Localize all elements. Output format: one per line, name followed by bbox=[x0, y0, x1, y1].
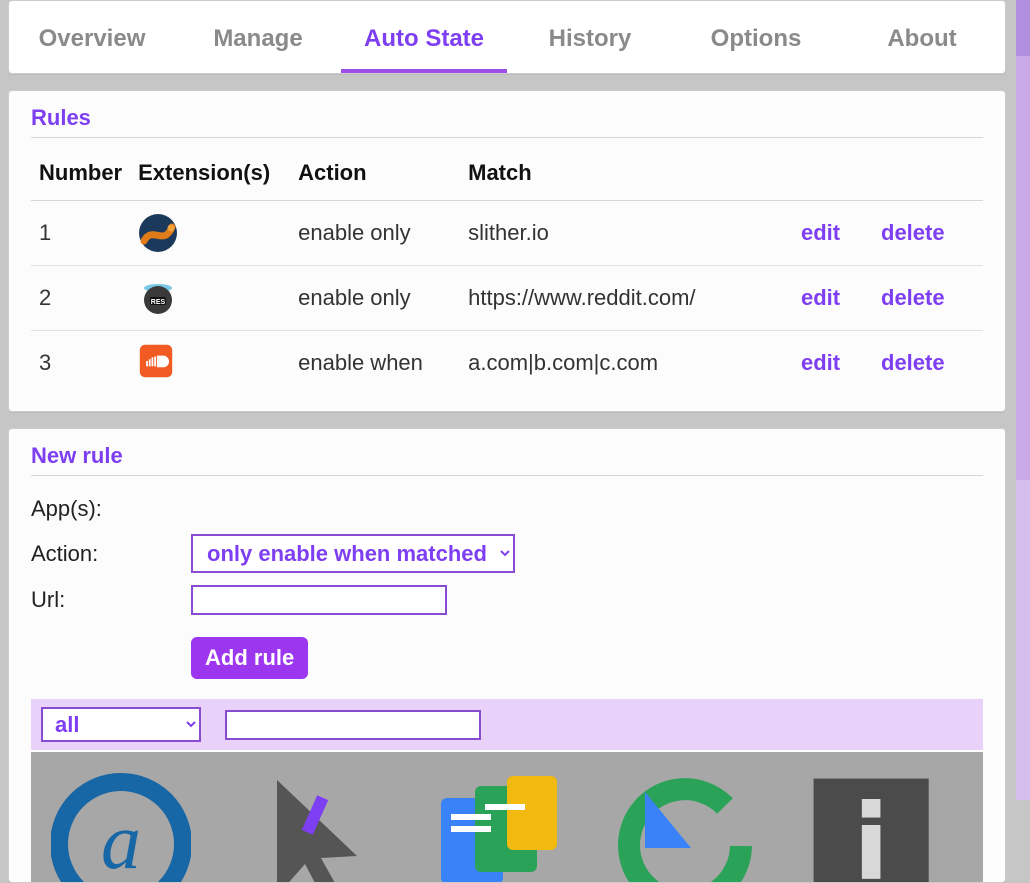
slither-io-icon bbox=[138, 213, 178, 253]
rule-action: enable when bbox=[290, 331, 460, 396]
delete-link[interactable]: delete bbox=[881, 350, 945, 375]
rule-action: enable only bbox=[290, 201, 460, 266]
delete-link[interactable]: delete bbox=[881, 220, 945, 245]
google-backup-icon[interactable] bbox=[615, 768, 755, 882]
rule-match: https://www.reddit.com/ bbox=[460, 266, 793, 331]
tab-manage[interactable]: Manage bbox=[175, 11, 341, 73]
url-label: Url: bbox=[31, 587, 191, 613]
filter-search-input[interactable] bbox=[225, 710, 481, 740]
rule-match: slither.io bbox=[460, 201, 793, 266]
tab-overview[interactable]: Overview bbox=[9, 11, 175, 73]
app-filter-bar: all bbox=[31, 699, 983, 750]
rule-match: a.com|b.com|c.com bbox=[460, 331, 793, 396]
tab-about[interactable]: About bbox=[839, 11, 1005, 73]
right-accent-bar bbox=[1016, 0, 1030, 800]
rules-table: Number Extension(s) Action Match 1 bbox=[31, 152, 983, 395]
rule-number: 1 bbox=[31, 201, 130, 266]
info-icon[interactable] bbox=[803, 768, 943, 882]
new-rule-title: New rule bbox=[31, 443, 983, 476]
column-extensions: Extension(s) bbox=[130, 152, 290, 201]
new-rule-card: New rule App(s): Action: only enable whe… bbox=[8, 428, 1006, 883]
edit-link[interactable]: edit bbox=[801, 220, 840, 245]
apps-label: App(s): bbox=[31, 496, 191, 522]
tab-history[interactable]: History bbox=[507, 11, 673, 73]
rule-number: 3 bbox=[31, 331, 130, 396]
column-number: Number bbox=[31, 152, 130, 201]
column-match: Match bbox=[460, 152, 793, 201]
action-label: Action: bbox=[31, 541, 191, 567]
table-row: 3 enable when a.com|b.com|c.com edit del… bbox=[31, 331, 983, 396]
table-row: 2 RES enable only https://www.reddi bbox=[31, 266, 983, 331]
table-row: 1 enable only slither.io edit d bbox=[31, 201, 983, 266]
res-icon: RES bbox=[138, 278, 178, 318]
cursor-icon[interactable] bbox=[239, 768, 379, 882]
rules-card: Rules Number Extension(s) Action Match 1 bbox=[8, 90, 1006, 412]
google-editors-icon[interactable] bbox=[427, 768, 567, 882]
tab-auto-state[interactable]: Auto State bbox=[341, 11, 507, 73]
column-action: Action bbox=[290, 152, 460, 201]
delete-link[interactable]: delete bbox=[881, 285, 945, 310]
edit-link[interactable]: edit bbox=[801, 350, 840, 375]
rule-number: 2 bbox=[31, 266, 130, 331]
action-select[interactable]: only enable when matched bbox=[191, 534, 515, 573]
rule-action: enable only bbox=[290, 266, 460, 331]
allrecipes-icon[interactable]: a bbox=[51, 768, 191, 882]
add-rule-button[interactable]: Add rule bbox=[191, 637, 308, 679]
app-grid: a bbox=[31, 752, 983, 882]
soundcloud-icon bbox=[138, 343, 178, 383]
svg-text:RES: RES bbox=[151, 299, 166, 306]
url-input[interactable] bbox=[191, 585, 447, 615]
edit-link[interactable]: edit bbox=[801, 285, 840, 310]
filter-type-select[interactable]: all bbox=[41, 707, 201, 742]
rules-title: Rules bbox=[31, 105, 983, 138]
tab-options[interactable]: Options bbox=[673, 11, 839, 73]
svg-text:a: a bbox=[101, 798, 141, 882]
main-tabs: Overview Manage Auto State History Optio… bbox=[8, 0, 1006, 74]
